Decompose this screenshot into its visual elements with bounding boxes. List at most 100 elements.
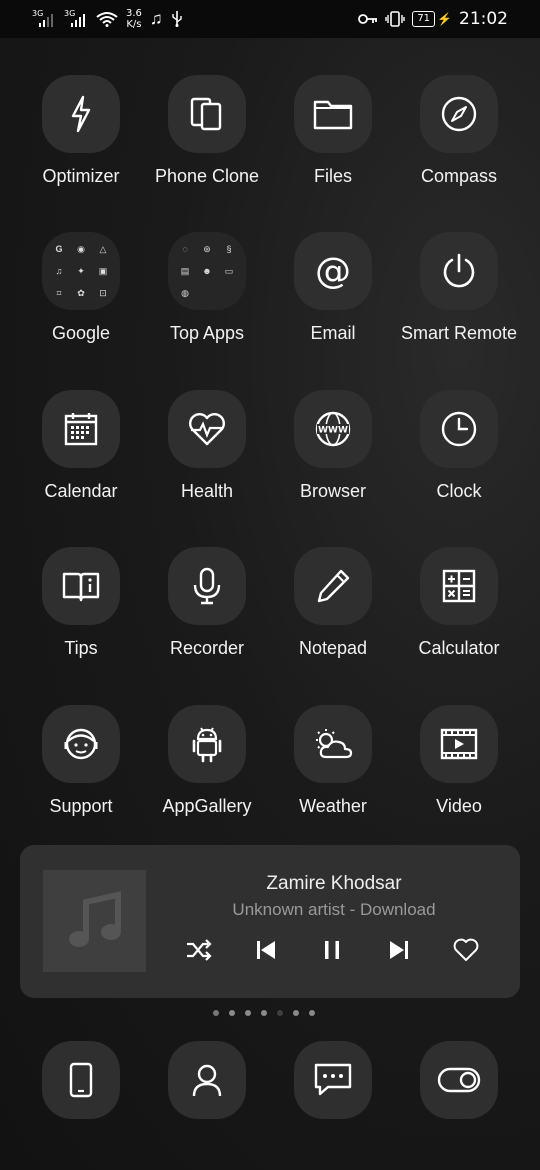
messages-icon	[314, 1063, 352, 1096]
favorite-button[interactable]	[449, 933, 483, 967]
dock-messages[interactable]	[294, 1041, 372, 1119]
photos-icon: ✿	[77, 287, 85, 298]
shazam-icon: §	[226, 244, 232, 254]
app-label: Optimizer	[42, 166, 120, 186]
heart-pulse-icon	[189, 413, 225, 446]
page-dot	[229, 1010, 235, 1016]
dock-phone[interactable]	[42, 1041, 120, 1119]
power-icon	[443, 253, 475, 288]
globe-www-icon: WWW	[315, 411, 351, 447]
music-widget[interactable]: Zamire Khodsar Unknown artist - Download	[20, 845, 520, 998]
phone-clone-icon	[190, 97, 222, 131]
app-icon-bg	[420, 547, 498, 625]
app-icon-bg: @	[294, 232, 372, 310]
lightning-icon	[71, 95, 91, 133]
app-weather[interactable]: Weather	[270, 705, 396, 845]
app-icon-bg	[420, 705, 498, 783]
app-tips[interactable]: Tips	[18, 547, 144, 687]
app-label: Notepad	[298, 638, 368, 658]
calculator-icon	[442, 569, 476, 603]
app-compass[interactable]: Compass	[396, 75, 522, 215]
usb-icon	[171, 11, 182, 27]
key-icon	[358, 14, 378, 24]
app-label: Email	[310, 323, 356, 343]
sun-cloud-icon	[316, 729, 353, 759]
page-dot-current	[277, 1010, 283, 1016]
top-apps-folder-icon: ◌ ⊛ § ▤ ☻ ▭ ◍	[174, 238, 240, 304]
app-label: Browser	[299, 481, 366, 501]
app-phone-clone[interactable]: Phone Clone	[144, 75, 270, 215]
app-top-apps-folder[interactable]: ◌ ⊛ § ▤ ☻ ▭ ◍ Top Apps	[144, 232, 270, 372]
skip-previous-icon	[257, 941, 275, 959]
app-label: Video	[436, 796, 482, 816]
app-video[interactable]: Video	[396, 705, 522, 845]
compass-icon	[441, 96, 477, 132]
app-icon-bg	[294, 75, 372, 153]
page-indicator[interactable]	[213, 1009, 315, 1017]
app-label: Weather	[299, 796, 367, 816]
song-artist: Unknown artist - Download	[232, 900, 436, 919]
app-smart-remote[interactable]: Smart Remote	[396, 232, 522, 372]
app-support[interactable]: Support	[18, 705, 144, 845]
app-label: Calendar	[44, 481, 118, 501]
app-optimizer[interactable]: Optimizer	[18, 75, 144, 215]
pen-icon	[317, 569, 350, 603]
app-icon-bg	[168, 390, 246, 468]
toggle-icon	[437, 1067, 481, 1093]
app-icon-bg	[168, 75, 246, 153]
app-appgallery[interactable]: AppGallery	[144, 705, 270, 845]
app-files[interactable]: Files	[270, 75, 396, 215]
pause-button[interactable]	[315, 933, 349, 967]
clock-time: 21:02	[459, 9, 508, 29]
app-icon-bg	[294, 547, 372, 625]
app-icon-bg: G ◉ △ ♫ ✦ ▣ ⌗ ✿ ⊡	[42, 232, 120, 310]
folder-icon	[313, 100, 353, 130]
messenger-icon: ◌	[182, 244, 188, 254]
app-recorder[interactable]: Recorder	[144, 547, 270, 687]
maps-pin-icon: ◉	[77, 243, 85, 254]
next-button[interactable]	[382, 933, 416, 967]
album-art[interactable]	[43, 870, 146, 972]
assistant-icon: ✦	[77, 265, 85, 276]
book-icon	[62, 572, 100, 602]
camera-icon: ▣	[98, 265, 108, 276]
app-label: Recorder	[169, 638, 245, 658]
at-icon: @	[315, 250, 351, 292]
reddit-icon: ☻	[202, 266, 212, 276]
shuffle-button[interactable]	[182, 933, 216, 967]
dock-toggle[interactable]	[420, 1041, 498, 1119]
app-email[interactable]: @ Email	[270, 232, 396, 372]
battery-indicator: 71	[412, 11, 436, 27]
dock-contacts[interactable]	[168, 1041, 246, 1119]
page-dot	[245, 1010, 251, 1016]
app-icon-bg	[42, 547, 120, 625]
svg-text:WWW: WWW	[318, 426, 348, 436]
app-icon-bg	[168, 547, 246, 625]
previous-button[interactable]	[249, 933, 283, 967]
app-icon-bg	[420, 75, 498, 153]
app-icon-bg	[42, 75, 120, 153]
app-icon-bg	[420, 390, 498, 468]
song-title: Zamire Khodsar	[266, 873, 402, 894]
phone-icon	[69, 1062, 93, 1098]
app-notepad[interactable]: Notepad	[270, 547, 396, 687]
app-label: Google	[51, 323, 111, 343]
app-calendar[interactable]: Calendar	[18, 390, 144, 530]
app-label: Health	[180, 481, 234, 501]
signal-icon: 3G	[32, 9, 56, 29]
app-icon-bg	[168, 705, 246, 783]
music-note-icon: ♫	[149, 9, 163, 28]
app-google-folder[interactable]: G ◉ △ ♫ ✦ ▣ ⌗ ✿ ⊡ Google	[18, 232, 144, 372]
app-browser[interactable]: WWW Browser	[270, 390, 396, 530]
signal-icon-2: 3G	[64, 9, 88, 29]
app-clock[interactable]: Clock	[396, 390, 522, 530]
app-health[interactable]: Health	[144, 390, 270, 530]
app-label: Phone Clone	[154, 166, 260, 186]
duo-icon: ⊡	[99, 287, 107, 298]
video-call-icon: ▭	[224, 265, 234, 276]
film-icon	[440, 728, 478, 760]
app-label: Top Apps	[169, 323, 245, 343]
app-icon-bg	[420, 232, 498, 310]
app-label: Files	[313, 166, 352, 186]
app-calculator[interactable]: Calculator	[396, 547, 522, 687]
